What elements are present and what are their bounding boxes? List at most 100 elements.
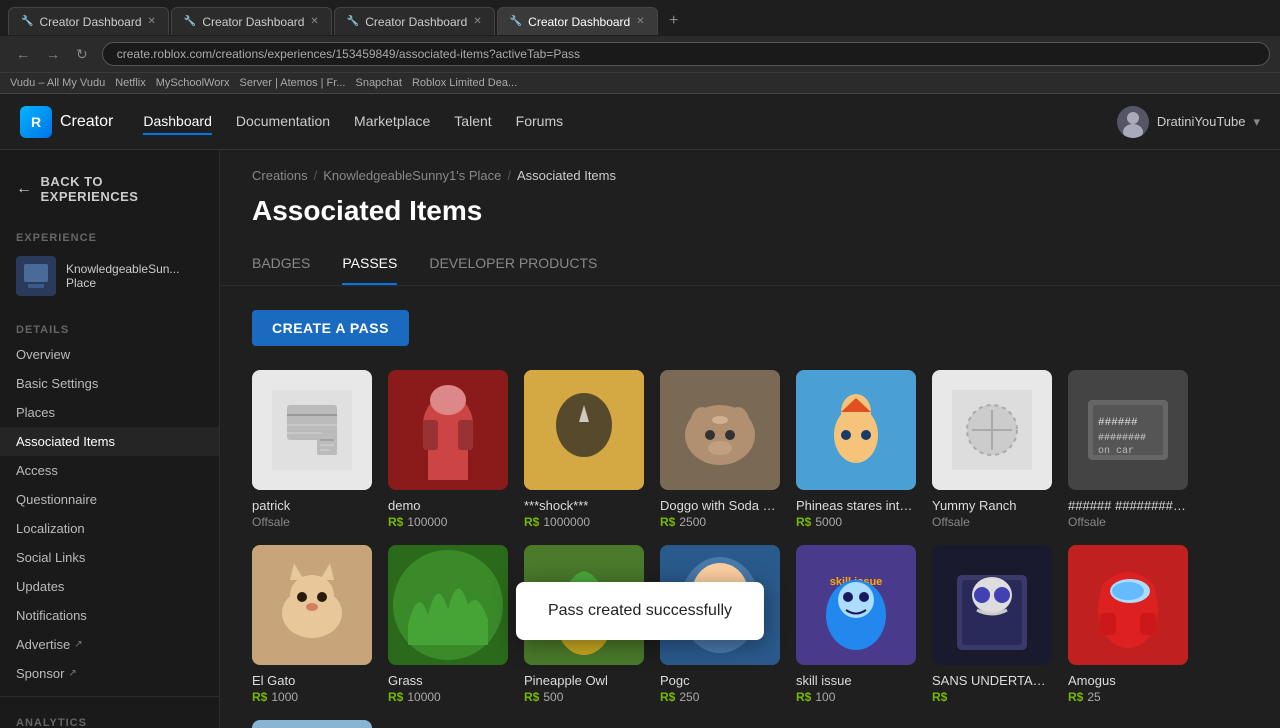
browser-chrome: 🔧 Creator Dashboard ✕ 🔧 Creator Dashboar… bbox=[0, 0, 1280, 94]
svg-text:########: ######## bbox=[1098, 433, 1146, 444]
sidebar-item-updates[interactable]: Updates bbox=[0, 572, 219, 601]
item-card[interactable]: SANS UNDERTALE?!?!?!?! R$ bbox=[932, 545, 1052, 704]
item-thumbnail bbox=[524, 370, 644, 490]
item-thumbnail bbox=[388, 545, 508, 665]
bookmark-4[interactable]: Server | Atemos | Fr... bbox=[240, 77, 346, 89]
experience-thumbnail bbox=[16, 256, 56, 296]
sidebar-item-advertise[interactable]: Advertise ↗ bbox=[0, 630, 219, 659]
tab-4[interactable]: 🔧 Creator Dashboard ✕ bbox=[497, 7, 658, 35]
breadcrumb: Creations / KnowledgeableSunny1's Place … bbox=[220, 150, 1280, 183]
nav-link-talent[interactable]: Talent bbox=[454, 109, 491, 135]
item-thumbnail bbox=[932, 545, 1052, 665]
back-to-experiences-button[interactable]: ← BACK TO EXPERIENCES bbox=[0, 166, 219, 212]
tab-close-1[interactable]: ✕ bbox=[148, 16, 156, 27]
item-card[interactable]: Yummy Ranch Offsale bbox=[932, 370, 1052, 529]
bookmark-2[interactable]: Netflix bbox=[115, 77, 146, 89]
sidebar-item-localization[interactable]: Localization bbox=[0, 514, 219, 543]
sidebar-item-access[interactable]: Access bbox=[0, 456, 219, 485]
robux-icon: R$ bbox=[796, 515, 811, 529]
nav-link-marketplace[interactable]: Marketplace bbox=[354, 109, 430, 135]
sidebar-divider-1 bbox=[0, 696, 219, 697]
sidebar-item-social-links[interactable]: Social Links bbox=[0, 543, 219, 572]
item-card[interactable]: Anime Pass R$ 10 bbox=[252, 720, 372, 728]
item-name: Grass bbox=[388, 673, 508, 688]
nav-link-dashboard[interactable]: Dashboard bbox=[143, 109, 212, 135]
top-nav: R Creator Dashboard Documentation Market… bbox=[0, 94, 1280, 150]
breadcrumb-place[interactable]: KnowledgeableSunny1's Place bbox=[323, 168, 501, 183]
item-card[interactable]: El Gato R$ 1000 bbox=[252, 545, 372, 704]
sidebar-item-sponsor[interactable]: Sponsor ↗ bbox=[0, 659, 219, 688]
bookmark-3[interactable]: MySchoolWorx bbox=[156, 77, 230, 89]
sidebar-item-questionnaire[interactable]: Questionnaire bbox=[0, 485, 219, 514]
tab-1[interactable]: 🔧 Creator Dashboard ✕ bbox=[8, 7, 169, 35]
new-tab-button[interactable]: + bbox=[660, 7, 688, 35]
sidebar-item-associated-items[interactable]: Associated Items bbox=[0, 427, 219, 456]
external-link-icon-2: ↗ bbox=[68, 668, 76, 679]
experience-section-label: EXPERIENCE bbox=[0, 224, 219, 248]
back-nav-button[interactable]: ← bbox=[10, 44, 36, 65]
toast-notification: Pass created successfully bbox=[516, 582, 764, 640]
bookmark-6[interactable]: Roblox Limited Dea... bbox=[412, 77, 517, 89]
item-name: Pogc bbox=[660, 673, 780, 688]
item-card[interactable]: skill issue skill issue R$ 100 bbox=[796, 545, 916, 704]
tab-close-4[interactable]: ✕ bbox=[636, 16, 644, 27]
bookmark-5[interactable]: Snapchat bbox=[355, 77, 401, 89]
item-card[interactable]: Phineas stares into your soul R$ 5000 bbox=[796, 370, 916, 529]
item-card[interactable]: Grass R$ 10000 bbox=[388, 545, 508, 704]
sidebar-item-basic-settings[interactable]: Basic Settings bbox=[0, 369, 219, 398]
item-price: R$ 1000 bbox=[252, 690, 372, 704]
url-bar[interactable]: create.roblox.com/creations/experiences/… bbox=[102, 42, 1270, 66]
nav-link-documentation[interactable]: Documentation bbox=[236, 109, 330, 135]
item-price: R$ 25 bbox=[1068, 690, 1188, 704]
robux-icon: R$ bbox=[660, 690, 675, 704]
robux-icon: R$ bbox=[252, 690, 267, 704]
tab-3[interactable]: 🔧 Creator Dashboard ✕ bbox=[334, 7, 495, 35]
item-card[interactable]: patrick Offsale bbox=[252, 370, 372, 529]
item-card[interactable]: ##############on car ###### ######## on … bbox=[1068, 370, 1188, 529]
sidebar-item-notifications[interactable]: Notifications bbox=[0, 601, 219, 630]
item-thumbnail bbox=[1068, 545, 1188, 665]
item-price: Offsale bbox=[1068, 515, 1188, 529]
item-price: R$ 100 bbox=[796, 690, 916, 704]
back-arrow-icon: ← bbox=[16, 180, 33, 198]
item-price: R$ 250 bbox=[660, 690, 780, 704]
svg-text:######: ###### bbox=[1098, 417, 1138, 429]
tab-close-2[interactable]: ✕ bbox=[310, 16, 318, 27]
forward-nav-button[interactable]: → bbox=[40, 44, 66, 65]
item-card[interactable]: ***shock*** R$ 1000000 bbox=[524, 370, 644, 529]
tab-close-3[interactable]: ✕ bbox=[473, 16, 481, 27]
item-thumbnail bbox=[796, 370, 916, 490]
robux-icon: R$ bbox=[796, 690, 811, 704]
item-price: R$ 2500 bbox=[660, 515, 780, 529]
nav-link-forums[interactable]: Forums bbox=[516, 109, 563, 135]
robux-icon: R$ bbox=[1068, 690, 1083, 704]
sidebar-item-overview[interactable]: Overview bbox=[0, 340, 219, 369]
breadcrumb-creations[interactable]: Creations bbox=[252, 168, 308, 183]
item-card[interactable]: Doggo with Soda Can on head R$ 2500 bbox=[660, 370, 780, 529]
create-pass-button[interactable]: CREATE A PASS bbox=[252, 310, 409, 346]
item-thumbnail bbox=[252, 370, 372, 490]
item-card[interactable]: Amogus R$ 25 bbox=[1068, 545, 1188, 704]
experience-item: KnowledgeableSun... Place bbox=[0, 248, 219, 304]
robux-icon: R$ bbox=[660, 515, 675, 529]
logo-icon: R bbox=[20, 106, 52, 138]
details-section: DETAILS Overview Basic Settings Places A… bbox=[0, 320, 219, 688]
robux-icon: R$ bbox=[388, 690, 403, 704]
main-content: Creations / KnowledgeableSunny1's Place … bbox=[220, 150, 1280, 728]
tab-2[interactable]: 🔧 Creator Dashboard ✕ bbox=[171, 7, 332, 35]
refresh-button[interactable]: ↻ bbox=[70, 44, 94, 65]
tab-passes[interactable]: PASSES bbox=[342, 247, 397, 285]
bookmark-1[interactable]: Vudu – All My Vudu bbox=[10, 77, 105, 89]
nav-links: Dashboard Documentation Marketplace Tale… bbox=[143, 109, 563, 135]
item-price: R$ 10000 bbox=[388, 690, 508, 704]
item-name: Amogus bbox=[1068, 673, 1188, 688]
tab-developer-products[interactable]: DEVELOPER PRODUCTS bbox=[429, 247, 597, 285]
sidebar-item-places[interactable]: Places bbox=[0, 398, 219, 427]
address-bar: ← → ↻ create.roblox.com/creations/experi… bbox=[0, 36, 1280, 72]
item-card[interactable]: demo R$ 100000 bbox=[388, 370, 508, 529]
item-price: R$ 100000 bbox=[388, 515, 508, 529]
nav-right: DratiniYouTube ▾ bbox=[1117, 106, 1260, 138]
robux-icon: R$ bbox=[932, 690, 947, 704]
tab-badges[interactable]: BADGES bbox=[252, 247, 310, 285]
item-name: ***shock*** bbox=[524, 498, 644, 513]
